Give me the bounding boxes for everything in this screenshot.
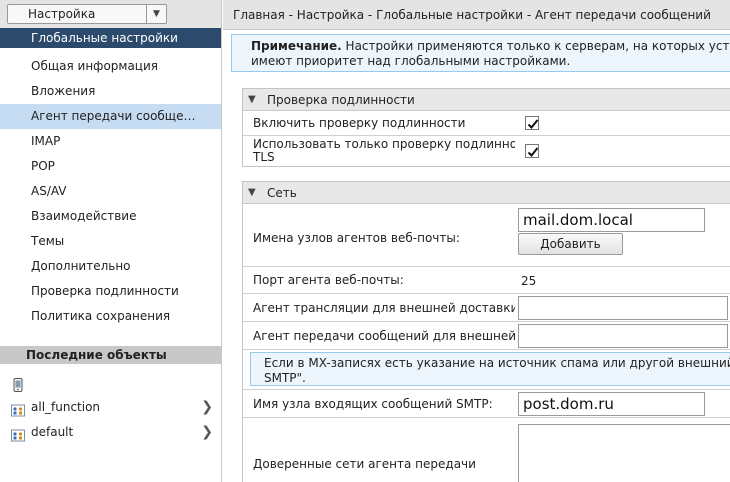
network-section: ▼ Сеть Имена узлов агентов веб-почты: ma… [242, 181, 730, 482]
recent-objects-list: all_function ❯ default ❯ [0, 370, 221, 445]
sidebar: Настройка ▼ Глобальные настройки Общая и… [0, 0, 222, 482]
collapse-triangle-icon[interactable]: ▼ [248, 89, 256, 111]
chevron-right-icon[interactable]: ❯ [201, 395, 213, 420]
webmail-port-value: 25 [521, 274, 537, 288]
sidebar-item-interop[interactable]: Взаимодействие [0, 204, 221, 229]
mx-info-row: Если в MX-записях есть указание на источ… [243, 350, 730, 390]
breadcrumb: Главная - Настройка - Глобальные настрой… [223, 0, 730, 30]
relay-row: Агент трансляции для внешней доставки: [243, 294, 730, 322]
recent-item-all-function[interactable]: all_function ❯ [0, 395, 221, 420]
auth-section-title: Проверка подлинности [267, 93, 415, 107]
auth-tls-row: Использовать только проверку подлинности… [243, 136, 730, 166]
checkmark-icon [527, 119, 539, 129]
smtp-host-label: Имя узла входящих сообщений SMTP: [253, 398, 493, 411]
auth-enable-checkbox[interactable] [525, 116, 539, 130]
sidebar-item-auth[interactable]: Проверка подлинности [0, 279, 221, 304]
smtp-host-input[interactable]: post.dom.ru [518, 392, 705, 416]
chevron-right-icon[interactable]: ❯ [201, 420, 213, 445]
webmail-hosts-input[interactable]: mail.dom.local [518, 208, 705, 232]
relay-label: Агент трансляции для внешней доставки: [253, 302, 515, 315]
note-banner: Примечание. Настройки применяются только… [231, 34, 730, 72]
auth-tls-checkbox[interactable] [525, 144, 539, 158]
sidebar-item-themes[interactable]: Темы [0, 229, 221, 254]
network-section-header[interactable]: ▼ Сеть [243, 182, 730, 204]
auth-section-header[interactable]: ▼ Проверка подлинности [243, 89, 730, 111]
mx-info-line1: Если в MX-записях есть указание на источ… [264, 356, 730, 370]
sidebar-item-advanced[interactable]: Дополнительно [0, 254, 221, 279]
auth-enable-label: Включить проверку подлинности [253, 117, 466, 130]
trusted-networks-label: Доверенные сети агента передачи [253, 458, 476, 471]
app-select-dropdown[interactable]: Настройка ▼ [7, 4, 167, 24]
recent-item-default[interactable]: default ❯ [0, 420, 221, 445]
recent-item-label: default [31, 425, 74, 439]
network-section-title: Сеть [267, 186, 297, 200]
add-host-button[interactable]: Добавить [518, 233, 623, 255]
webmail-hosts-label: Имена узлов агентов веб-почты: [253, 232, 460, 245]
recent-item-device[interactable] [0, 370, 221, 395]
chevron-down-icon[interactable]: ▼ [146, 5, 166, 23]
app-select-label: Настройка [28, 7, 96, 21]
recent-item-label: all_function [31, 400, 101, 414]
sidebar-item-mta[interactable]: Агент передачи сообще… [0, 104, 221, 129]
checkmark-icon [527, 147, 539, 157]
auth-enable-row: Включить проверку подлинности [243, 111, 730, 136]
recent-objects-header: Последние объекты [0, 346, 221, 364]
note-text-line1: Настройки применяются только к серверам,… [345, 39, 730, 53]
sidebar-section-header[interactable]: Глобальные настройки [0, 28, 221, 48]
webmail-hosts-row: Имена узлов агентов веб-почты: mail.dom.… [243, 204, 730, 267]
webmail-port-label: Порт агента веб-почты: [253, 274, 404, 287]
sidebar-item-retention[interactable]: Политика сохранения [0, 304, 221, 329]
main-panel: Главная - Настройка - Глобальные настрой… [223, 0, 730, 482]
sidebar-item-pop[interactable]: POP [0, 154, 221, 179]
auth-section: ▼ Проверка подлинности Включить проверку… [242, 88, 730, 167]
distribution-list-icon [11, 401, 25, 417]
mta-external-input[interactable] [518, 324, 728, 348]
relay-input[interactable] [518, 296, 728, 320]
sidebar-item-attachments[interactable]: Вложения [0, 79, 221, 104]
mx-info-line2: SMTP". [264, 371, 306, 385]
mta-external-label: Агент передачи сообщений для внешней дос… [253, 330, 515, 343]
mta-external-row: Агент передачи сообщений для внешней дос… [243, 322, 730, 350]
smtp-host-row: Имя узла входящих сообщений SMTP: post.d… [243, 390, 730, 418]
auth-tls-label: Использовать только проверку подлинности… [253, 138, 515, 164]
sidebar-item-general[interactable]: Общая информация [0, 54, 221, 79]
trusted-networks-textarea[interactable] [518, 424, 730, 482]
sidebar-top-bar: Настройка ▼ [0, 0, 221, 28]
sidebar-item-asav[interactable]: AS/AV [0, 179, 221, 204]
device-icon [11, 376, 25, 392]
note-label: Примечание. [251, 39, 342, 53]
trusted-networks-row: Доверенные сети агента передачи [243, 418, 730, 482]
sidebar-nav: Общая информация Вложения Агент передачи… [0, 54, 221, 329]
collapse-triangle-icon[interactable]: ▼ [248, 182, 256, 204]
note-text-line2: имеют приоритет над глобальными настройк… [251, 54, 571, 68]
distribution-list-icon [11, 426, 25, 442]
webmail-port-row: Порт агента веб-почты: 25 [243, 267, 730, 294]
mx-info-box: Если в MX-записях есть указание на источ… [250, 352, 730, 386]
sidebar-item-imap[interactable]: IMAP [0, 129, 221, 154]
